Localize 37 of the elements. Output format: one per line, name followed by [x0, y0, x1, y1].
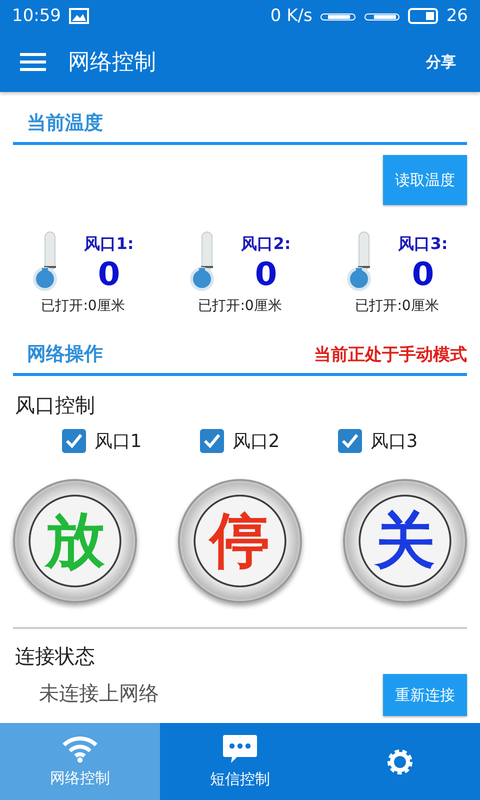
nav-tab[interactable]: 网络控制 [0, 723, 160, 800]
metal-round-button[interactable]: 停 [178, 479, 302, 603]
checkbox[interactable] [200, 429, 224, 453]
chat-bubble-icon [222, 734, 258, 764]
metal-round-button[interactable]: 放 [13, 479, 137, 603]
section-title: 网络操作 [27, 342, 103, 367]
checkbox[interactable] [62, 429, 86, 453]
metal-round-button[interactable]: 关 [343, 479, 467, 603]
section-title: 连接状态 [14, 643, 96, 670]
share-button[interactable]: 分享 [422, 48, 460, 76]
mode-status: 当前正处于手动模式 [314, 344, 467, 366]
opening-text: 已打开:0厘米 [198, 297, 282, 315]
checkbox[interactable] [338, 429, 362, 453]
temperature-value: 0 [254, 254, 278, 293]
battery-icon [408, 8, 438, 24]
clock: 10:59 [12, 6, 61, 26]
section-title: 风口控制 [14, 392, 96, 419]
vent-label: 风口1: [84, 234, 134, 255]
checkbox-label: 风口2 [232, 430, 280, 453]
battery-level: 26 [446, 6, 468, 26]
menu-icon[interactable] [20, 53, 46, 71]
opening-text: 已打开:0厘米 [41, 297, 125, 315]
image-icon [69, 8, 89, 24]
checkbox-label: 风口3 [370, 430, 418, 453]
vent-label: 风口3: [398, 234, 448, 255]
read-temperature-button[interactable]: 读取温度 [383, 155, 467, 205]
section-title: 当前温度 [27, 111, 103, 136]
wifi-icon [61, 735, 99, 763]
checkbox-label: 风口1 [94, 430, 142, 453]
temperature-value: 0 [412, 254, 434, 293]
opening-text: 已打开:0厘米 [355, 297, 439, 315]
reconnect-button[interactable]: 重新连接 [383, 674, 467, 716]
app-title: 网络控制 [68, 49, 157, 77]
vent-label: 风口2: [241, 234, 291, 255]
connection-status: 未连接上网络 [39, 680, 159, 707]
network-speed: 0 K/s [270, 6, 312, 26]
temperature-value: 0 [98, 254, 120, 293]
